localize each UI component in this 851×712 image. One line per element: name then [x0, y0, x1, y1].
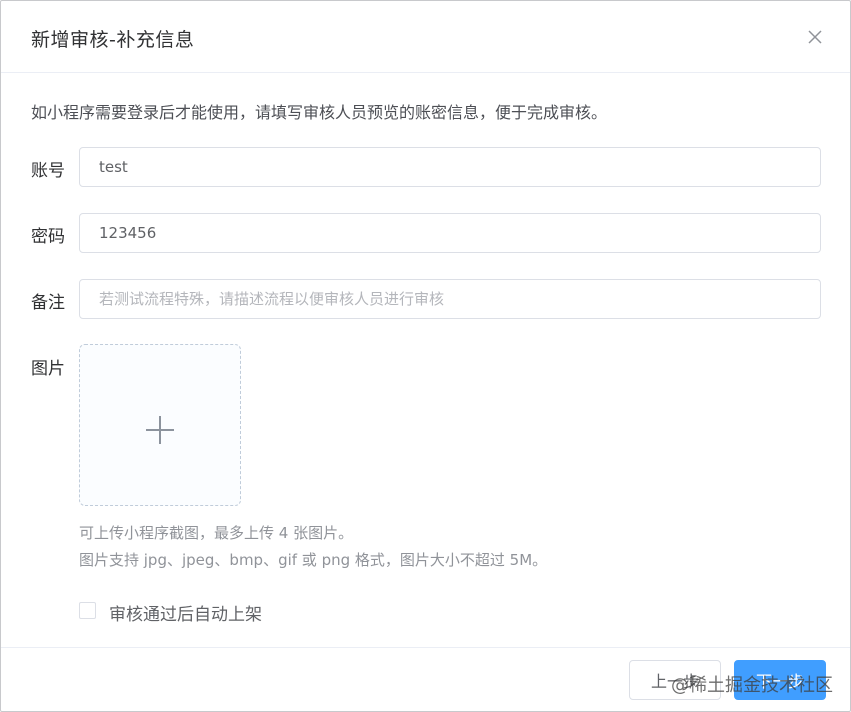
note-label: 备注 — [31, 293, 65, 313]
watermark: @稀土掘金技术社区 — [671, 675, 833, 696]
intro-text: 如小程序需要登录后才能使用，请填写审核人员预览的账密信息，便于完成审核。 — [31, 103, 608, 122]
dialog: 新增审核-补充信息 如小程序需要登录后才能使用，请填写审核人员预览的账密信息，便… — [0, 0, 851, 712]
upload-tip-2: 图片支持 jpg、jpeg、bmp、gif 或 png 格式，图片大小不超过 5… — [79, 551, 548, 569]
account-label: 账号 — [31, 161, 65, 181]
auto-publish-checkbox[interactable] — [79, 602, 96, 619]
plus-icon — [145, 415, 175, 445]
password-input[interactable] — [79, 213, 821, 253]
close-icon[interactable] — [805, 27, 825, 47]
upload-tip-1: 可上传小程序截图，最多上传 4 张图片。 — [79, 524, 354, 542]
dialog-title: 新增审核-补充信息 — [31, 29, 195, 51]
image-upload[interactable] — [79, 344, 241, 506]
note-input[interactable] — [79, 279, 821, 319]
footer-divider — [1, 647, 850, 648]
image-label: 图片 — [31, 359, 65, 379]
password-label: 密码 — [31, 227, 65, 247]
dialog-header: 新增审核-补充信息 — [1, 1, 850, 73]
auto-publish-label[interactable]: 审核通过后自动上架 — [109, 600, 262, 625]
account-input[interactable] — [79, 147, 821, 187]
